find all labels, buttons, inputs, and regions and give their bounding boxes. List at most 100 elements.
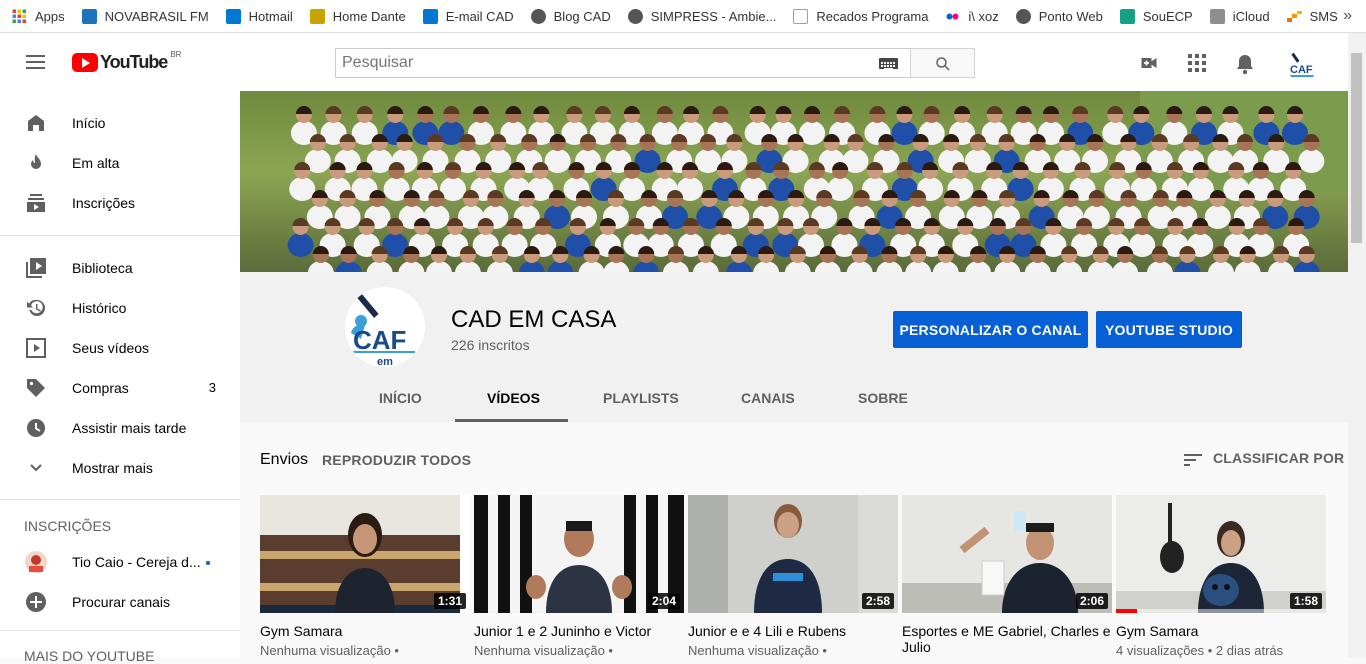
bookmark-item[interactable]: SIMPRESS - Ambie... bbox=[627, 8, 777, 24]
bookmarks-overflow-button[interactable]: » bbox=[1343, 7, 1352, 25]
video-card[interactable]: 2:06 Esportes e ME Gabriel, Charles e Ju… bbox=[902, 495, 1112, 659]
tab-canais[interactable]: CANAIS bbox=[741, 390, 795, 406]
sidebar-item-assistir-mais-tarde[interactable]: Assistir mais tarde bbox=[0, 408, 240, 448]
tab-videos[interactable]: VÍDEOS bbox=[487, 390, 540, 406]
video-thumbnail[interactable]: 1:31 bbox=[260, 495, 470, 613]
video-title[interactable]: Gym Samara bbox=[260, 623, 470, 639]
more-from-youtube-heading: MAIS DO YOUTUBE bbox=[24, 648, 155, 664]
keyboard-icon[interactable] bbox=[879, 58, 898, 70]
bookmark-item[interactable]: iCloud bbox=[1209, 8, 1270, 24]
outlook-icon bbox=[422, 8, 438, 24]
tab-playlists[interactable]: PLAYLISTS bbox=[603, 390, 679, 406]
bookmark-item[interactable]: Blog CAD bbox=[530, 8, 611, 24]
page-scrollbar[interactable] bbox=[1348, 33, 1366, 658]
sms-icon bbox=[1286, 9, 1302, 24]
video-card[interactable]: 1:31 Gym Samara Nenhuma visualização • bbox=[260, 495, 470, 658]
create-video-icon[interactable] bbox=[1139, 53, 1159, 73]
uploads-section: Envios REPRODUZIR TODOS CLASSIFICAR POR … bbox=[240, 422, 1348, 658]
bookmark-item[interactable]: i\ xoz bbox=[945, 8, 999, 24]
video-card[interactable]: 2:04 Junior 1 e 2 Juninho e Victor Nenhu… bbox=[474, 495, 684, 658]
play-all-button[interactable]: REPRODUZIR TODOS bbox=[322, 452, 471, 468]
video-thumbnail[interactable]: 2:04 bbox=[474, 495, 684, 613]
video-card[interactable]: 2:58 Junior e e 4 Lili e Rubens Nenhuma … bbox=[688, 495, 898, 658]
section-title: Envios bbox=[260, 451, 309, 468]
sidebar-item-historico[interactable]: Histórico bbox=[0, 288, 240, 328]
customize-channel-button[interactable]: PERSONALIZAR O CANAL bbox=[893, 311, 1088, 348]
bookmark-item[interactable]: Ponto Web bbox=[1015, 8, 1103, 24]
sidebar-item-biblioteca[interactable]: Biblioteca bbox=[0, 248, 240, 288]
bookmark-label: i\ xoz bbox=[968, 8, 999, 24]
bookmark-label: SMS bbox=[1309, 8, 1338, 24]
sidebar-divider bbox=[0, 499, 240, 500]
channel-name: CAD EM CASA bbox=[451, 306, 617, 333]
scrollbar-thumb[interactable] bbox=[1351, 53, 1362, 243]
video-duration: 2:58 bbox=[861, 593, 894, 609]
video-title[interactable]: Gym Samara bbox=[1116, 623, 1326, 639]
bookmark-item[interactable]: SouECP bbox=[1119, 8, 1193, 24]
tab-inicio[interactable]: INÍCIO bbox=[379, 390, 422, 406]
sidebar-item-mostrar-mais[interactable]: Mostrar mais bbox=[0, 448, 240, 488]
video-meta: Nenhuma visualização • bbox=[474, 643, 613, 658]
youtube-logo[interactable]: YouTube BR bbox=[72, 50, 181, 73]
bookmark-label: Apps bbox=[35, 8, 65, 24]
bookmark-label: Ponto Web bbox=[1038, 8, 1103, 24]
sort-icon[interactable] bbox=[1183, 450, 1203, 470]
video-title[interactable]: Junior 1 e 2 Juninho e Victor bbox=[474, 623, 684, 639]
bookmark-label: Hotmail bbox=[248, 8, 293, 24]
bookmark-item[interactable]: SMS bbox=[1286, 8, 1338, 24]
bookmark-item[interactable]: E-mail CAD bbox=[422, 8, 514, 24]
svg-text:CAF: CAF bbox=[1290, 64, 1313, 76]
clock-icon bbox=[27, 419, 45, 437]
chevron-down-icon bbox=[30, 464, 42, 472]
search-input[interactable] bbox=[336, 49, 856, 77]
sidebar-item-inicio[interactable]: Início bbox=[0, 103, 240, 143]
apps-icon[interactable] bbox=[1187, 53, 1207, 73]
sidebar-subscription-item[interactable]: Tio Caio - Cereja d... bbox=[0, 542, 240, 582]
bookmark-item[interactable]: Apps bbox=[12, 9, 65, 24]
video-title[interactable]: Junior e e 4 Lili e Rubens bbox=[688, 623, 898, 639]
apple-icon bbox=[1209, 8, 1225, 24]
video-meta: Nenhuma visualização • bbox=[688, 643, 827, 658]
sidebar-item-procurar-canais[interactable]: Procurar canais bbox=[0, 582, 240, 622]
video-duration: 1:31 bbox=[433, 593, 466, 609]
bookmark-item[interactable]: NOVABRASIL FM bbox=[81, 8, 209, 24]
bookmark-label: SouECP bbox=[1142, 8, 1193, 24]
add-circle-icon bbox=[26, 592, 46, 612]
sidebar-item-label: Início bbox=[72, 115, 106, 131]
video-thumbnail[interactable]: 2:06 bbox=[902, 495, 1112, 613]
channel-avatar[interactable]: CAF em bbox=[345, 287, 425, 367]
souecp-icon bbox=[1119, 8, 1135, 24]
bookmark-item[interactable]: Hotmail bbox=[225, 8, 293, 24]
youtube-play-icon bbox=[72, 53, 98, 72]
bookmark-item[interactable]: Recados Programa bbox=[793, 8, 928, 24]
menu-icon[interactable] bbox=[26, 55, 45, 73]
logo-text: YouTube bbox=[100, 52, 168, 72]
youtube-studio-button[interactable]: YOUTUBE STUDIO bbox=[1096, 311, 1242, 348]
bookmark-item[interactable]: Home Dante bbox=[309, 8, 406, 24]
tab-sobre[interactable]: SOBRE bbox=[858, 390, 908, 406]
video-card[interactable]: 1:58 Gym Samara 4 visualizações • 2 dias… bbox=[1116, 495, 1326, 658]
sidebar-item-label: Seus vídeos bbox=[72, 340, 150, 356]
sidebar-item-label: Histórico bbox=[72, 300, 127, 316]
video-title[interactable]: Esportes e ME Gabriel, Charles e Julio bbox=[902, 623, 1112, 655]
notifications-icon[interactable] bbox=[1235, 53, 1255, 75]
sidebar-item-seus-videos[interactable]: Seus vídeos bbox=[0, 328, 240, 368]
sidebar-item-compras[interactable]: Compras 3 bbox=[0, 368, 240, 408]
sidebar-divider bbox=[0, 630, 240, 631]
sidebar-item-label: Inscrições bbox=[72, 195, 136, 211]
tag-icon bbox=[27, 379, 45, 397]
video-thumbnail[interactable]: 2:58 bbox=[688, 495, 898, 613]
sort-by-button[interactable]: CLASSIFICAR POR bbox=[1213, 450, 1344, 466]
search-box bbox=[335, 48, 911, 78]
library-icon bbox=[26, 258, 46, 278]
account-avatar[interactable]: CAF bbox=[1286, 49, 1318, 81]
channel-avatar-icon bbox=[25, 551, 47, 573]
search-button[interactable] bbox=[910, 48, 975, 78]
svg-text:em: em bbox=[377, 356, 393, 367]
sidebar-item-inscricoes[interactable]: Inscrições bbox=[0, 183, 240, 223]
video-thumbnail[interactable]: 1:58 bbox=[1116, 495, 1326, 613]
bookmark-label: SIMPRESS - Ambie... bbox=[650, 8, 777, 24]
bookmark-label: NOVABRASIL FM bbox=[104, 8, 209, 24]
bookmark-label: Blog CAD bbox=[553, 8, 611, 24]
sidebar-item-em-alta[interactable]: Em alta bbox=[0, 143, 240, 183]
